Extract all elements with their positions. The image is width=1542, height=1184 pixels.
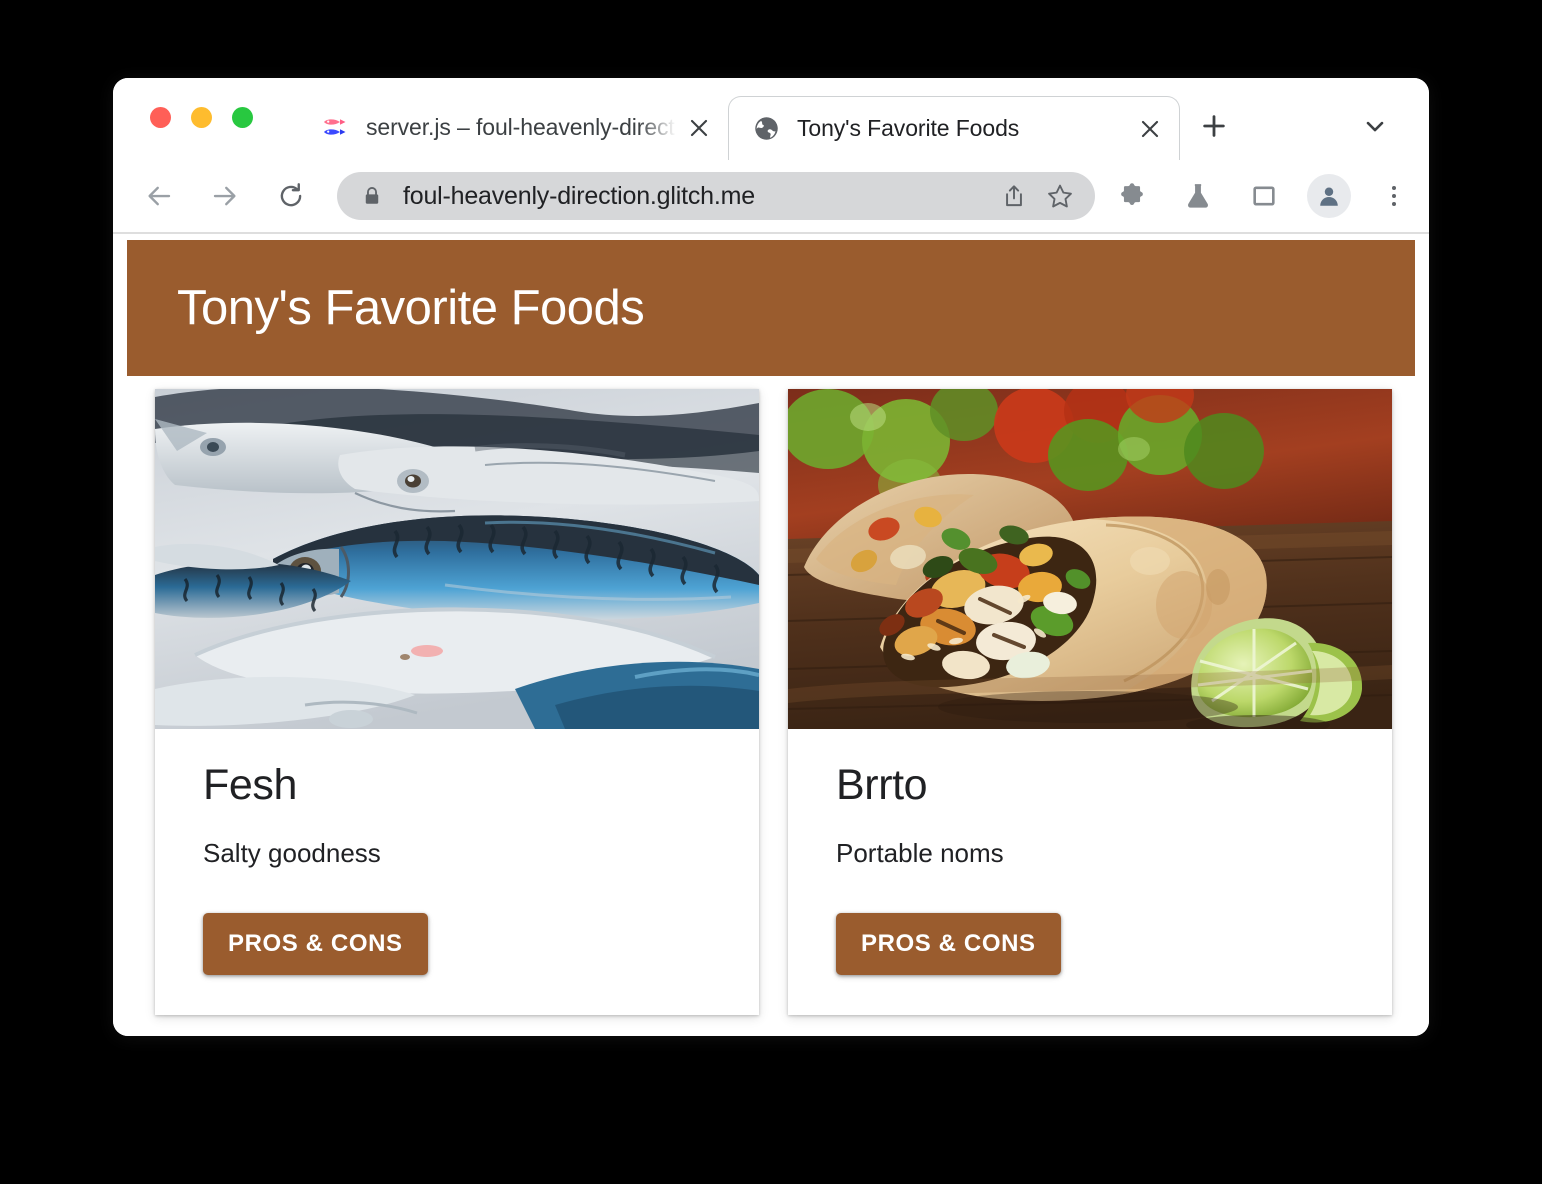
window-traffic-lights <box>150 107 253 128</box>
glitch-fish-icon <box>320 113 350 143</box>
card-subtitle: Portable noms <box>836 838 1004 869</box>
forward-button[interactable] <box>202 173 248 219</box>
browser-tab-tonys-favorite-foods[interactable]: Tony's Favorite Foods <box>728 96 1180 160</box>
tab-title: server.js – foul-heavenly-direction <box>366 114 676 141</box>
browser-toolbar: foul-heavenly-direction.glitch.me <box>113 160 1429 234</box>
flask-icon[interactable] <box>1175 173 1221 219</box>
globe-icon <box>751 114 781 144</box>
avatar-icon[interactable] <box>1307 174 1351 218</box>
card-actions: PROS & CONS <box>788 869 1392 1015</box>
page-title: Tony's Favorite Foods <box>177 280 645 335</box>
minimize-window-button[interactable] <box>191 107 212 128</box>
close-window-button[interactable] <box>150 107 171 128</box>
close-tab-button[interactable] <box>1133 112 1167 146</box>
reload-button[interactable] <box>268 173 314 219</box>
lock-icon <box>361 185 383 207</box>
food-card[interactable]: Fesh Salty goodness PROS & CONS <box>155 389 759 1016</box>
fish-photo <box>155 389 759 729</box>
card-title: Brrto <box>836 761 928 809</box>
screenshot-stage: server.js – foul-heavenly-direction Tony… <box>0 0 1542 1184</box>
card-body: Brrto Portable noms <box>788 729 1392 869</box>
card-body: Fesh Salty goodness <box>155 729 759 869</box>
toolbar-actions <box>1109 173 1417 219</box>
browser-window: server.js – foul-heavenly-direction Tony… <box>113 78 1429 1036</box>
food-card[interactable]: Brrto Portable noms PROS & CONS <box>788 389 1392 1016</box>
tab-title: Tony's Favorite Foods <box>797 114 1020 141</box>
tab-strip: server.js – foul-heavenly-direction Tony… <box>113 78 1429 160</box>
burrito-photo <box>788 389 1392 729</box>
card-actions: PROS & CONS <box>155 869 759 1015</box>
card-title: Fesh <box>203 761 297 809</box>
star-icon[interactable] <box>1037 173 1083 219</box>
puzzle-icon[interactable] <box>1109 173 1155 219</box>
new-tab-button[interactable] <box>1192 104 1236 148</box>
side-panel-icon[interactable] <box>1241 173 1287 219</box>
share-icon[interactable] <box>991 173 1037 219</box>
tab-search-button[interactable] <box>1353 104 1397 148</box>
browser-tab-server-js[interactable]: server.js – foul-heavenly-direction <box>298 96 728 160</box>
close-tab-button[interactable] <box>682 111 716 145</box>
url-text[interactable]: foul-heavenly-direction.glitch.me <box>403 182 991 211</box>
address-bar[interactable]: foul-heavenly-direction.glitch.me <box>337 172 1095 220</box>
card-subtitle: Salty goodness <box>203 838 381 869</box>
pros-and-cons-button[interactable]: PROS & CONS <box>836 913 1061 976</box>
site-header: Tony's Favorite Foods <box>127 240 1415 376</box>
pros-and-cons-button[interactable]: PROS & CONS <box>203 913 428 976</box>
tab-list: server.js – foul-heavenly-direction Tony… <box>298 78 1180 160</box>
maximize-window-button[interactable] <box>232 107 253 128</box>
three-dot-menu-icon[interactable] <box>1371 173 1417 219</box>
back-button[interactable] <box>136 173 182 219</box>
page-viewport: Tony's Favorite Foods Fesh Salty goodnes… <box>113 234 1429 1036</box>
food-card-list: Fesh Salty goodness PROS & CONS Brrto Po… <box>155 389 1392 1016</box>
